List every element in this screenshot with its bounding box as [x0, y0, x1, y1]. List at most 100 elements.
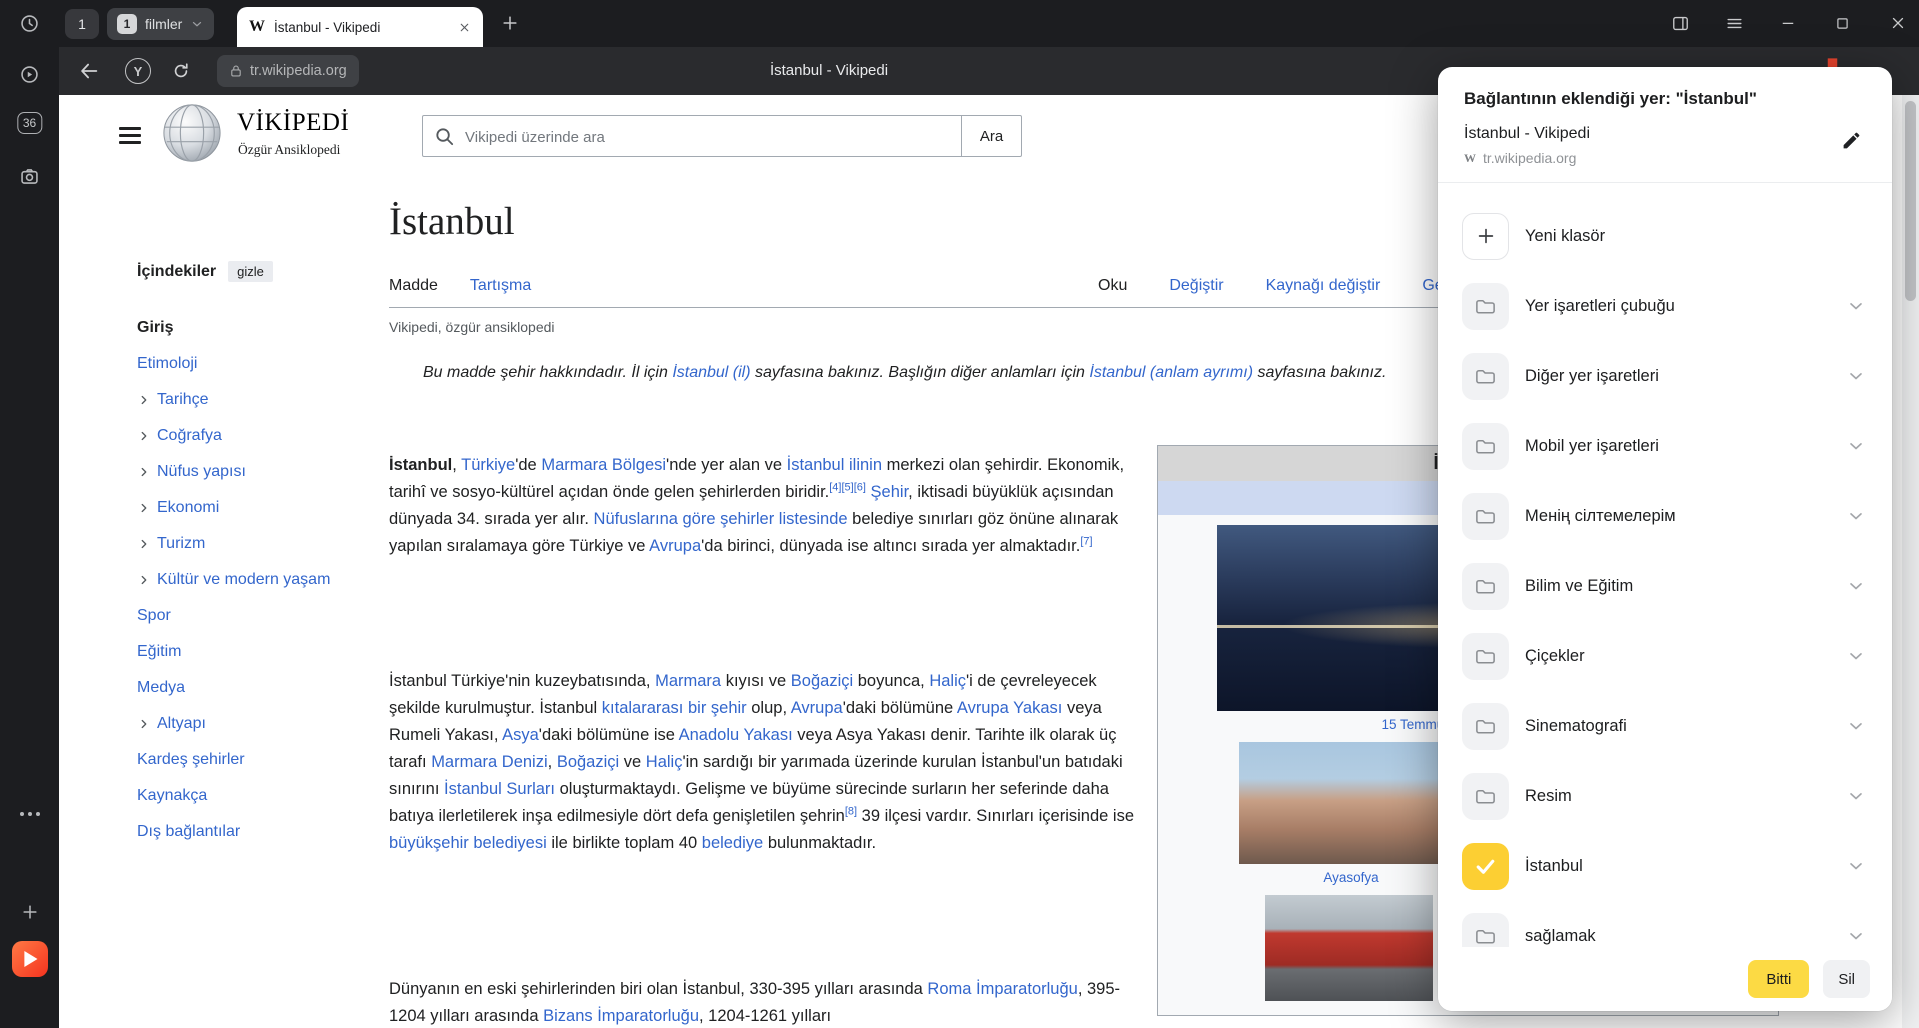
new-folder-row[interactable]: Yeni klasör: [1438, 201, 1892, 271]
wiki-link[interactable]: kıtalararası bir şehir: [602, 699, 747, 717]
search-button[interactable]: Ara: [961, 115, 1022, 157]
main-menu-icon[interactable]: [119, 127, 141, 148]
toc-item[interactable]: Etimoloji: [137, 346, 379, 382]
toc-item[interactable]: Altyapı: [137, 706, 379, 742]
chevron-right-icon[interactable]: [137, 537, 152, 552]
chevron-right-icon[interactable]: [137, 393, 152, 408]
minimize-button[interactable]: [1777, 12, 1799, 34]
yandex-browser-logo[interactable]: [12, 941, 48, 977]
history-icon[interactable]: [14, 7, 46, 39]
chevron-right-icon[interactable]: [137, 501, 152, 516]
toc-item[interactable]: Tarihçe: [137, 382, 379, 418]
wiki-link[interactable]: Şehir: [871, 483, 909, 501]
wiki-link[interactable]: İstanbul Surları: [444, 780, 555, 798]
wiki-link[interactable]: büyükşehir belediyesi: [389, 834, 547, 852]
wiki-link[interactable]: Boğaziçi: [791, 672, 853, 690]
chevron-down-icon[interactable]: [1846, 926, 1868, 946]
wiki-link[interactable]: [8]: [845, 805, 857, 817]
chevron-down-icon[interactable]: [1846, 646, 1868, 666]
toc-item[interactable]: Kültür ve modern yaşam: [137, 562, 379, 598]
bookmark-folder-row[interactable]: Yer işaretleri çubuğu: [1438, 271, 1892, 341]
scrollbar-thumb[interactable]: [1905, 101, 1916, 301]
sidebar-panel-icon[interactable]: [1669, 12, 1691, 34]
wiki-link[interactable]: Haliç: [646, 753, 683, 771]
wiki-link[interactable]: Marmara Bölgesi: [541, 456, 666, 474]
bookmark-folder-row[interactable]: İstanbul: [1438, 831, 1892, 901]
wiki-link[interactable]: Bizans İmparatorluğu: [543, 1007, 699, 1025]
toc-item[interactable]: Nüfus yapısı: [137, 454, 379, 490]
chevron-down-icon[interactable]: [1846, 576, 1868, 596]
wiki-link[interactable]: [6]: [854, 481, 866, 493]
toc-item[interactable]: Kardeş şehirler: [137, 742, 379, 778]
done-button[interactable]: Bitti: [1748, 960, 1809, 998]
chevron-right-icon[interactable]: [137, 465, 152, 480]
new-tab-button[interactable]: [499, 12, 521, 34]
toc-item[interactable]: Ekonomi: [137, 490, 379, 526]
yandex-services-icon[interactable]: Y: [125, 58, 151, 84]
wiki-link[interactable]: Avrupa Yakası: [957, 699, 1063, 717]
toc-item[interactable]: Turizm: [137, 526, 379, 562]
wiki-link[interactable]: Haliç: [929, 672, 966, 690]
chevron-right-icon[interactable]: [137, 573, 152, 588]
chevron-down-icon[interactable]: [1846, 786, 1868, 806]
delete-button[interactable]: Sil: [1823, 960, 1870, 998]
bookmark-folder-row[interactable]: Resim: [1438, 761, 1892, 831]
tab-counter-badge[interactable]: 36: [17, 112, 42, 134]
edit-bookmark-button[interactable]: [1836, 125, 1866, 155]
article-tab[interactable]: Madde: [389, 277, 438, 295]
chevron-down-icon[interactable]: [1846, 296, 1868, 316]
wiki-link[interactable]: İstanbul (il): [672, 364, 750, 381]
address-bar[interactable]: tr.wikipedia.org: [217, 55, 359, 87]
toc-item[interactable]: Dış bağlantılar: [137, 814, 379, 850]
wiki-link[interactable]: Türkiye: [461, 456, 515, 474]
wiki-link[interactable]: Anadolu Yakası: [679, 726, 793, 744]
chevron-down-icon[interactable]: [1846, 716, 1868, 736]
article-tab[interactable]: Tartışma: [470, 277, 531, 295]
article-tab[interactable]: Oku: [1098, 277, 1127, 295]
wiki-link[interactable]: Marmara Denizi: [431, 753, 547, 771]
menu-icon[interactable]: [1723, 12, 1745, 34]
chevron-down-icon[interactable]: [1846, 366, 1868, 386]
search-input[interactable]: [463, 116, 947, 158]
bookmark-folder-row[interactable]: Sinematografi: [1438, 691, 1892, 761]
close-button[interactable]: [1887, 12, 1909, 34]
more-options-icon[interactable]: [14, 798, 46, 830]
toc-item[interactable]: Eğitim: [137, 634, 379, 670]
wiki-link[interactable]: İstanbul ilinin: [787, 456, 882, 474]
article-tab[interactable]: Değiştir: [1169, 277, 1223, 295]
wikipedia-wordmark[interactable]: VİKİPEDİ: [237, 109, 349, 137]
wikipedia-globe-logo[interactable]: [161, 102, 223, 164]
toc-item[interactable]: Giriş: [137, 310, 379, 346]
chevron-right-icon[interactable]: [137, 717, 152, 732]
chevron-down-icon[interactable]: [1846, 856, 1868, 876]
wiki-link[interactable]: [4]: [829, 481, 841, 493]
toc-item[interactable]: Spor: [137, 598, 379, 634]
maximize-button[interactable]: [1831, 12, 1853, 34]
wiki-link[interactable]: [5]: [841, 481, 853, 493]
infobox-image-tram[interactable]: [1265, 895, 1433, 1001]
bookmark-folder-row[interactable]: Çiçekler: [1438, 621, 1892, 691]
wiki-link[interactable]: Asya: [502, 726, 539, 744]
page-scrollbar[interactable]: [1902, 95, 1919, 1028]
wiki-link[interactable]: Boğaziçi: [557, 753, 619, 771]
toc-item[interactable]: Medya: [137, 670, 379, 706]
tab-close-icon[interactable]: [458, 21, 471, 34]
bookmark-folder-row[interactable]: Mobil yer işaretleri: [1438, 411, 1892, 481]
toc-hide-button[interactable]: gizle: [228, 261, 273, 282]
media-play-icon[interactable]: [14, 58, 46, 90]
toc-item[interactable]: Coğrafya: [137, 418, 379, 454]
chevron-right-icon[interactable]: [137, 429, 152, 444]
tab-groups-button[interactable]: 1: [65, 9, 99, 39]
active-tab[interactable]: W İstanbul - Vikipedi: [237, 7, 483, 47]
wiki-link[interactable]: Nüfuslarına göre şehirler listesinde: [594, 510, 848, 528]
toc-item[interactable]: Kaynakça: [137, 778, 379, 814]
article-tab[interactable]: Kaynağı değiştir: [1266, 277, 1381, 295]
infobox-caption-ayasofya[interactable]: Ayasofya: [1239, 870, 1463, 885]
wiki-link[interactable]: Roma İmparatorluğu: [927, 980, 1077, 998]
bookmark-folder-row[interactable]: Bilim ve Eğitim: [1438, 551, 1892, 621]
chevron-down-icon[interactable]: [1846, 506, 1868, 526]
wiki-link[interactable]: Marmara: [655, 672, 721, 690]
chevron-down-icon[interactable]: [1846, 436, 1868, 456]
wiki-link[interactable]: Avrupa: [649, 537, 701, 555]
tab-group-filmler[interactable]: 1 filmler: [107, 8, 214, 40]
